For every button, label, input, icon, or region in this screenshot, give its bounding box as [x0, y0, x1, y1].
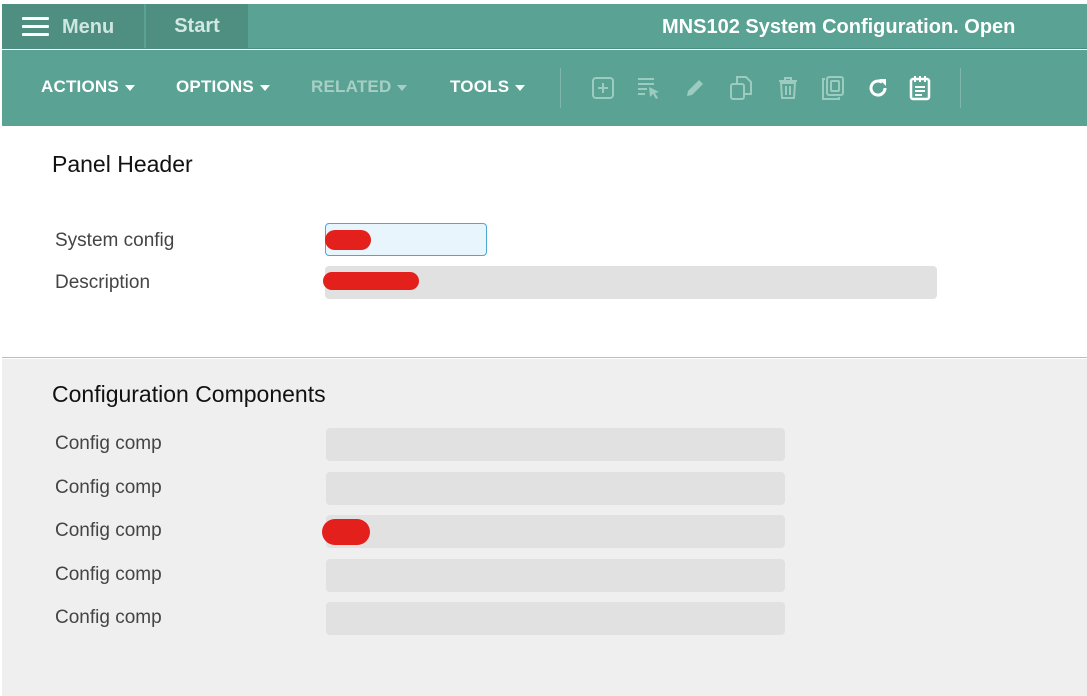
options-menu-label: OPTIONS: [176, 77, 254, 96]
actions-menu[interactable]: ACTIONS: [41, 77, 135, 97]
top-bar: Menu Start MNS102 System Configuration. …: [2, 4, 1087, 49]
config-comp-label: Config comp: [55, 433, 162, 454]
copy-icon[interactable]: [728, 74, 754, 102]
config-comp-field[interactable]: [326, 559, 785, 592]
tab-start[interactable]: Start: [146, 4, 248, 49]
chevron-down-icon: [124, 84, 135, 91]
chevron-down-icon: [397, 84, 408, 91]
toolbar: ACTIONS OPTIONS RELATED TOOLS: [2, 50, 1087, 126]
app-window: Menu Start MNS102 System Configuration. …: [0, 4, 1087, 696]
select-list-icon[interactable]: [636, 74, 662, 102]
redaction-mark: [323, 272, 419, 290]
config-comp-label: Config comp: [55, 607, 162, 628]
config-comp-field[interactable]: [326, 472, 785, 505]
actions-menu-label: ACTIONS: [41, 77, 119, 96]
redaction-mark: [322, 519, 370, 545]
menu-label: Menu: [62, 16, 115, 38]
config-comp-label: Config comp: [55, 564, 162, 585]
edit-pencil-icon[interactable]: [682, 74, 708, 102]
config-comp-label: Config comp: [55, 477, 162, 498]
system-config-label: System config: [55, 230, 175, 251]
notes-icon[interactable]: [907, 74, 933, 102]
menu-button[interactable]: Menu: [2, 4, 144, 49]
chevron-down-icon: [515, 84, 526, 91]
window-title: MNS102 System Configuration. Open: [662, 16, 1016, 38]
config-comp-field[interactable]: [326, 515, 785, 548]
description-label: Description: [55, 272, 151, 293]
config-comp-label: Config comp: [55, 520, 162, 541]
panel-header-section: Panel Header System config Description: [2, 126, 1087, 358]
duplicate-icon[interactable]: [820, 74, 846, 102]
related-menu-label: RELATED: [311, 77, 392, 96]
add-icon[interactable]: [590, 74, 616, 102]
options-menu[interactable]: OPTIONS: [176, 77, 270, 97]
chevron-down-icon: [259, 84, 270, 91]
delete-trash-icon[interactable]: [775, 74, 801, 102]
toolbar-divider: [560, 68, 561, 108]
related-menu[interactable]: RELATED: [311, 77, 408, 97]
toolbar-divider: [960, 68, 961, 108]
components-title: Configuration Components: [52, 381, 326, 407]
hamburger-icon: [22, 17, 50, 37]
config-comp-field[interactable]: [326, 602, 785, 635]
refresh-icon[interactable]: [865, 74, 891, 102]
config-comp-field[interactable]: [326, 428, 785, 461]
configuration-components-section: Configuration Components Config comp Con…: [2, 359, 1087, 696]
panel-header-title: Panel Header: [52, 151, 193, 177]
tools-menu[interactable]: TOOLS: [450, 77, 526, 97]
tools-menu-label: TOOLS: [450, 77, 510, 96]
window-edge: [0, 647, 2, 696]
redaction-mark: [325, 230, 371, 250]
